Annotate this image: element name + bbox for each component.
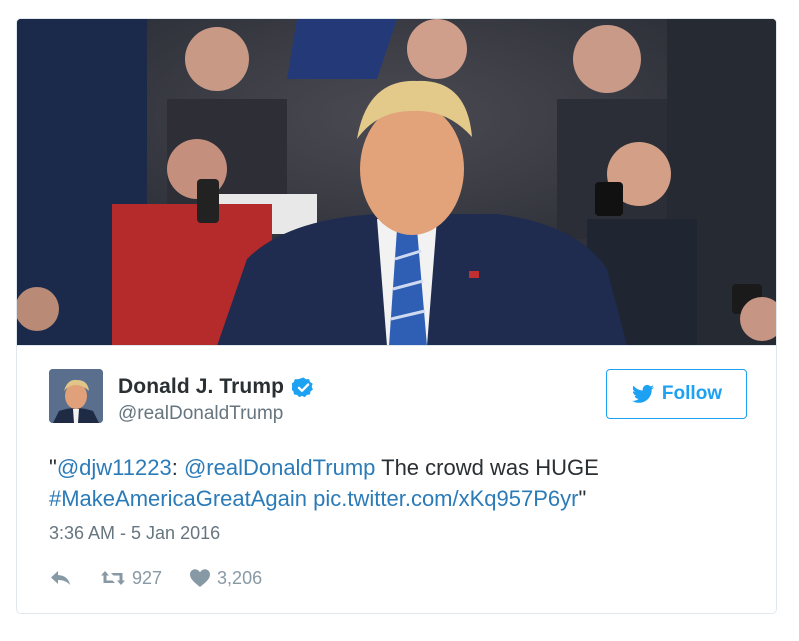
follow-button[interactable]: Follow — [606, 369, 747, 419]
retweet-button[interactable]: 927 — [100, 568, 162, 589]
hashtag-link[interactable]: #MakeAmericaGreatAgain — [49, 486, 307, 511]
avatar[interactable] — [49, 369, 103, 423]
reply-icon — [51, 571, 70, 585]
rally-photo — [17, 19, 776, 345]
tweet-actions: 927 3,206 — [49, 565, 262, 591]
media-link[interactable]: pic.twitter.com/xKq957P6yr — [313, 486, 578, 511]
tweet-body-text: The crowd was HUGE — [375, 455, 599, 480]
like-button[interactable]: 3,206 — [189, 568, 262, 589]
verified-badge-icon — [292, 376, 315, 399]
retweet-count: 927 — [132, 567, 163, 588]
name-row[interactable]: Donald J. Trump — [118, 373, 315, 401]
reply-button[interactable] — [49, 569, 71, 587]
display-name[interactable]: Donald J. Trump — [118, 375, 284, 399]
tweet-media-photo[interactable] — [17, 19, 776, 346]
user-handle[interactable]: @realDonaldTrump — [118, 403, 283, 425]
tweet-text: "@djw11223: @realDonaldTrump The crowd w… — [49, 452, 749, 514]
close-quote: " — [578, 486, 587, 511]
like-count: 3,206 — [217, 567, 263, 588]
retweet-icon — [101, 571, 125, 585]
follow-button-label: Follow — [661, 383, 723, 404]
profile-photo — [49, 369, 103, 423]
twitter-bird-icon — [631, 382, 655, 406]
mention-link-djw11223[interactable]: @djw11223 — [57, 455, 172, 480]
mention-link-realdonaldtrump[interactable]: @realDonaldTrump — [184, 455, 375, 480]
text-separator: : — [171, 455, 184, 480]
embedded-tweet-card: Donald J. Trump @realDonaldTrump Follow … — [16, 18, 777, 614]
heart-icon — [190, 569, 211, 587]
tweet-timestamp[interactable]: 3:36 AM - 5 Jan 2016 — [49, 523, 220, 544]
open-quote: " — [49, 455, 57, 480]
